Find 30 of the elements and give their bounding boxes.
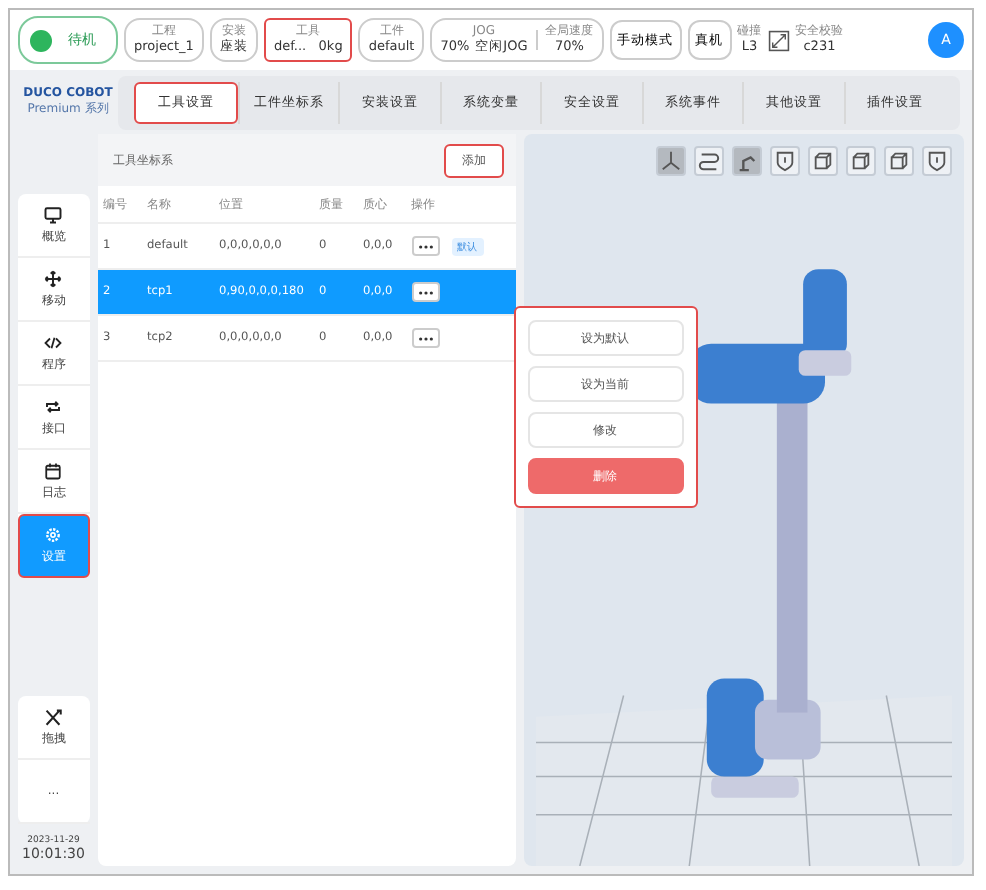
calendar-icon [44, 461, 63, 479]
more-button[interactable] [411, 282, 439, 302]
view-tool[interactable] [770, 146, 800, 176]
more-icon [417, 335, 433, 341]
more-button[interactable] [411, 236, 439, 256]
move-icon [44, 269, 63, 287]
code-icon [44, 333, 63, 351]
crossed-arm-icon [44, 707, 63, 725]
view-tool[interactable] [808, 146, 838, 176]
more-icon [417, 243, 433, 249]
monitor-icon [44, 205, 63, 223]
view-tool[interactable] [694, 146, 724, 176]
cube-icon [888, 150, 910, 172]
cube-icon [812, 150, 834, 172]
axes-icon [660, 150, 682, 172]
repeat-icon [44, 397, 63, 415]
view-tool[interactable] [732, 146, 762, 176]
shield-icon [926, 150, 948, 172]
robot-arm-icon [736, 150, 758, 172]
view-tool[interactable] [656, 146, 686, 176]
more-button[interactable] [411, 328, 439, 348]
view-tool[interactable] [884, 146, 914, 176]
settings-icon [44, 526, 63, 544]
path-icon [698, 150, 720, 172]
shield-icon [774, 150, 796, 172]
expand-icon[interactable] [767, 29, 790, 51]
more-icon [417, 289, 433, 295]
view-tool[interactable] [922, 146, 952, 176]
view-tool[interactable] [846, 146, 876, 176]
cube-icon [850, 150, 872, 172]
